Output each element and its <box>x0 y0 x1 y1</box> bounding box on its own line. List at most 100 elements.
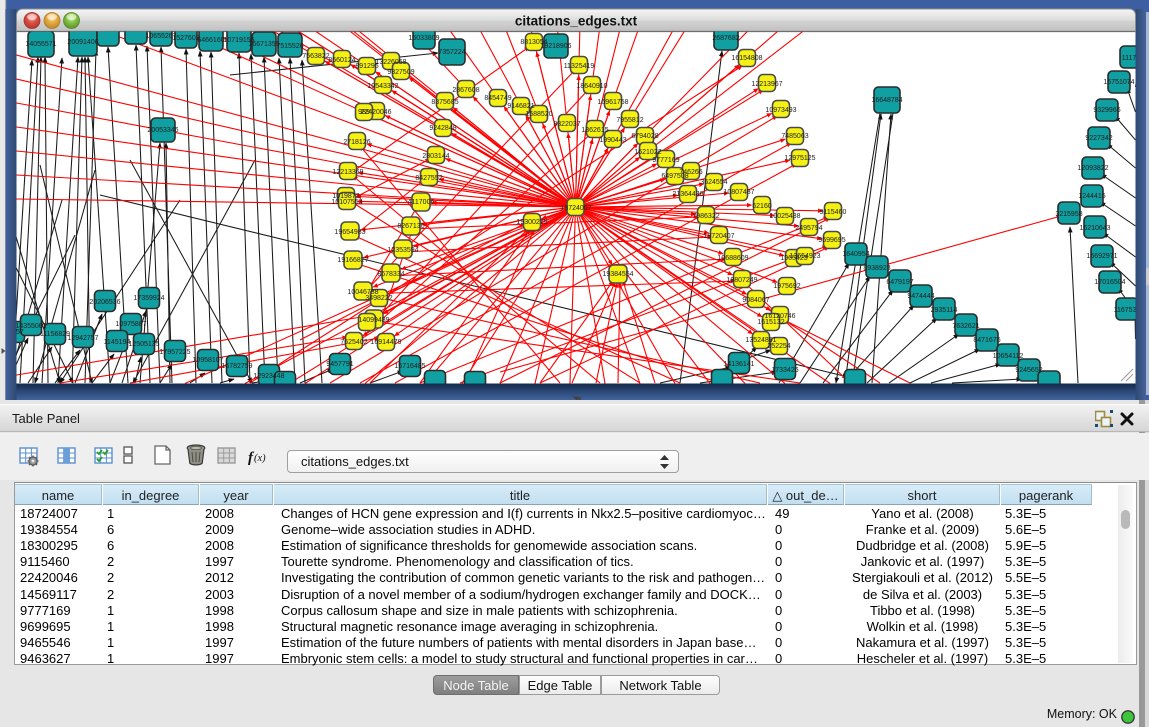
svg-text:10543342: 10543342 <box>367 83 398 90</box>
svg-text:17359924: 17359924 <box>133 295 164 302</box>
svg-text:6466160: 6466160 <box>197 37 224 44</box>
svg-text:7632621: 7632621 <box>952 323 979 330</box>
svg-text:11156829: 11156829 <box>40 331 70 338</box>
svg-text:10025438: 10025438 <box>769 213 800 220</box>
svg-text:12942757: 12942757 <box>67 335 98 342</box>
svg-text:9777169: 9777169 <box>652 157 679 164</box>
svg-text:8678334: 8678334 <box>377 271 404 278</box>
svg-text:7563822: 7563822 <box>302 53 329 60</box>
svg-text:12353594: 12353594 <box>387 247 418 254</box>
svg-text:16648784: 16648784 <box>871 97 902 104</box>
svg-text:10973493: 10973493 <box>765 107 796 114</box>
svg-text:20206536: 20206536 <box>89 299 120 306</box>
svg-text:7955812: 7955812 <box>616 117 643 124</box>
svg-text:16154808: 16154808 <box>731 55 762 62</box>
svg-text:19384554: 19384554 <box>602 271 633 278</box>
svg-text:8375685: 8375685 <box>431 99 458 106</box>
svg-text:8427552: 8427552 <box>415 175 442 182</box>
svg-text:2687682: 2687682 <box>712 35 739 42</box>
svg-text:(x): (x) <box>254 453 266 464</box>
svg-text:10654112: 10654112 <box>993 353 1024 360</box>
svg-text:8471676: 8471676 <box>973 337 1000 344</box>
svg-text:9084067: 9084067 <box>742 297 769 304</box>
svg-text:3624554: 3624554 <box>700 179 727 186</box>
svg-text:21364436: 21364436 <box>672 191 703 198</box>
svg-text:9146821: 9146821 <box>507 103 534 110</box>
svg-text:12505135: 12505135 <box>128 341 159 348</box>
svg-text:6497508: 6497508 <box>661 173 688 180</box>
svg-text:7515526: 7515526 <box>276 43 303 50</box>
svg-text:2935114: 2935114 <box>931 307 958 314</box>
svg-text:19654983: 19654983 <box>334 229 365 236</box>
svg-text:20091406: 20091406 <box>67 39 98 46</box>
svg-text:10958107: 10958107 <box>192 357 223 364</box>
svg-text:1733426: 1733426 <box>771 367 798 374</box>
svg-text:14055571: 14055571 <box>25 41 56 48</box>
svg-text:14136141: 14136141 <box>723 361 754 368</box>
svg-text:16671355: 16671355 <box>248 41 279 48</box>
svg-text:1990443: 1990443 <box>599 137 626 144</box>
svg-text:15751074: 15751074 <box>1103 79 1134 86</box>
svg-text:1145194: 1145194 <box>104 339 131 346</box>
svg-text:1588520: 1588520 <box>525 111 552 118</box>
svg-text:9227342: 9227342 <box>1085 135 1112 142</box>
svg-text:10807487: 10807487 <box>723 189 754 196</box>
svg-text:8454749: 8454749 <box>484 95 511 102</box>
svg-text:3498222: 3498222 <box>365 295 392 302</box>
svg-text:9457791: 9457791 <box>326 361 353 368</box>
svg-text:8267130: 8267130 <box>397 223 424 230</box>
svg-text:16210643: 16210643 <box>1079 225 1110 232</box>
svg-text:2867608: 2867608 <box>452 87 479 94</box>
svg-text:16961758: 16961758 <box>597 99 628 106</box>
svg-text:9699695: 9699695 <box>818 237 845 244</box>
svg-text:14355061: 14355061 <box>15 323 46 330</box>
svg-text:1621022: 1621022 <box>634 149 661 156</box>
svg-text:10107553: 10107553 <box>331 199 362 206</box>
svg-text:citations_edges.txt: citations_edges.txt <box>515 14 638 29</box>
svg-text:10975887: 10975887 <box>115 321 146 328</box>
svg-text:18640910: 18640910 <box>576 83 607 90</box>
svg-text:12975125: 12975125 <box>784 155 815 162</box>
svg-text:13226058: 13226058 <box>375 59 406 66</box>
svg-text:17016504: 17016504 <box>1094 279 1125 286</box>
svg-text:9245652: 9245652 <box>1015 367 1042 374</box>
svg-text:16914479: 16914479 <box>370 339 401 346</box>
svg-text:62160: 62160 <box>752 203 772 210</box>
svg-text:8660124: 8660124 <box>328 57 355 64</box>
svg-text:11325419: 11325419 <box>564 63 595 70</box>
svg-text:252254: 252254 <box>767 343 790 350</box>
svg-text:989: 989 <box>358 109 370 116</box>
svg-text:12923448: 12923448 <box>253 373 284 380</box>
svg-text:18720407: 18720407 <box>703 233 734 240</box>
svg-text:15692971: 15692971 <box>1086 253 1117 260</box>
svg-text:8322037: 8322037 <box>553 121 580 128</box>
svg-text:14099489: 14099489 <box>358 317 389 324</box>
svg-text:1244415: 1244415 <box>1078 193 1105 200</box>
svg-text:2495794: 2495794 <box>795 225 822 232</box>
svg-text:20053346: 20053346 <box>147 127 178 134</box>
svg-text:2803144: 2803144 <box>422 153 449 160</box>
svg-text:9827509: 9827509 <box>387 69 414 76</box>
svg-text:8813054: 8813054 <box>520 39 547 46</box>
svg-text:18724007: 18724007 <box>560 205 591 212</box>
svg-text:16033809: 16033809 <box>408 35 439 42</box>
svg-text:2718126: 2718126 <box>343 139 370 146</box>
svg-text:6794028: 6794028 <box>631 133 658 140</box>
svg-text:9242848: 9242848 <box>429 125 456 132</box>
svg-text:13654923: 13654923 <box>789 253 820 260</box>
svg-text:1362615: 1362615 <box>581 127 608 134</box>
svg-text:3215958: 3215958 <box>1055 211 1082 218</box>
svg-text:6479197: 6479197 <box>886 279 913 286</box>
svg-text:8938923: 8938923 <box>863 265 890 272</box>
svg-text:12093822: 12093822 <box>1077 165 1108 172</box>
svg-text:19300275: 19300275 <box>516 219 547 226</box>
svg-text:7485063: 7485063 <box>781 133 808 140</box>
svg-text:17957225: 17957225 <box>159 349 190 356</box>
svg-text:16782759: 16782759 <box>221 363 252 370</box>
svg-text:10688609: 10688609 <box>717 255 748 262</box>
svg-text:19166827: 19166827 <box>337 257 368 264</box>
svg-text:12213369: 12213369 <box>332 169 363 176</box>
svg-text:9474444: 9474444 <box>907 293 934 300</box>
svg-text:1527602: 1527602 <box>172 35 199 42</box>
svg-text:12213967: 12213967 <box>751 81 782 88</box>
